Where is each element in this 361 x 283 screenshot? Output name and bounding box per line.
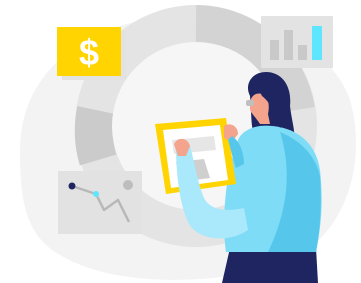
dollar-sign-icon: $ — [79, 32, 99, 73]
bar-chart-card — [261, 16, 333, 68]
illustration: $ — [0, 0, 361, 283]
finance-illustration: $ — [20, 5, 357, 283]
person-legs — [222, 248, 318, 283]
dollar-card: $ — [57, 27, 126, 80]
line-chart-card — [58, 171, 142, 234]
glasses-icon — [246, 100, 254, 106]
